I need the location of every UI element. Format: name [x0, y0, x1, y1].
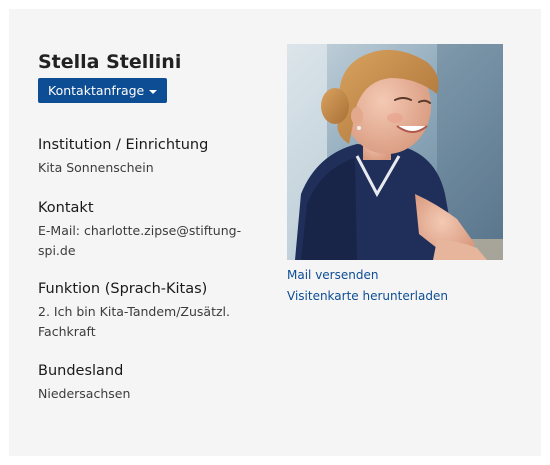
section-value: 2. Ich bin Kita-Tandem/Zusätzl. Fachkraf…: [38, 302, 278, 342]
function-line1: 2. Ich bin Kita-Tandem/Zusätzl.: [38, 304, 230, 319]
section-value: Kita Sonnenschein: [38, 160, 154, 175]
section-value: Niedersachsen: [38, 386, 131, 401]
section-heading: Bundesland: [38, 363, 124, 379]
section-function: Funktion (Sprach-Kitas) 2. Ich bin Kita-…: [38, 280, 278, 342]
profile-links: Mail versenden Visitenkarte herunterlade…: [287, 265, 448, 307]
contact-email-line2: spi.de: [38, 243, 76, 258]
section-state: Bundesland Niedersachsen: [38, 362, 278, 404]
section-institution: Institution / Einrichtung Kita Sonnensch…: [38, 136, 278, 178]
section-heading: Kontakt: [38, 200, 94, 216]
section-heading: Funktion (Sprach-Kitas): [38, 281, 208, 297]
contact-request-button[interactable]: Kontaktanfrage: [38, 78, 168, 103]
profile-photo-image: [287, 44, 503, 260]
contact-email-line1: E-Mail: charlotte.zipse@stiftung-: [38, 223, 242, 238]
download-vcard-link[interactable]: Visitenkarte herunterladen: [287, 286, 448, 306]
send-mail-link[interactable]: Mail versenden: [287, 265, 448, 285]
profile-name: Stella Stellini: [38, 51, 182, 73]
section-contact: Kontakt E-Mail: charlotte.zipse@stiftung…: [38, 199, 278, 261]
section-heading: Institution / Einrichtung: [38, 137, 209, 153]
section-value: E-Mail: charlotte.zipse@stiftung- spi.de: [38, 221, 278, 261]
caret-down-icon: [149, 89, 158, 94]
function-line2: Fachkraft: [38, 324, 96, 339]
contact-request-label: Kontaktanfrage: [48, 83, 145, 98]
profile-photo: [287, 44, 503, 260]
